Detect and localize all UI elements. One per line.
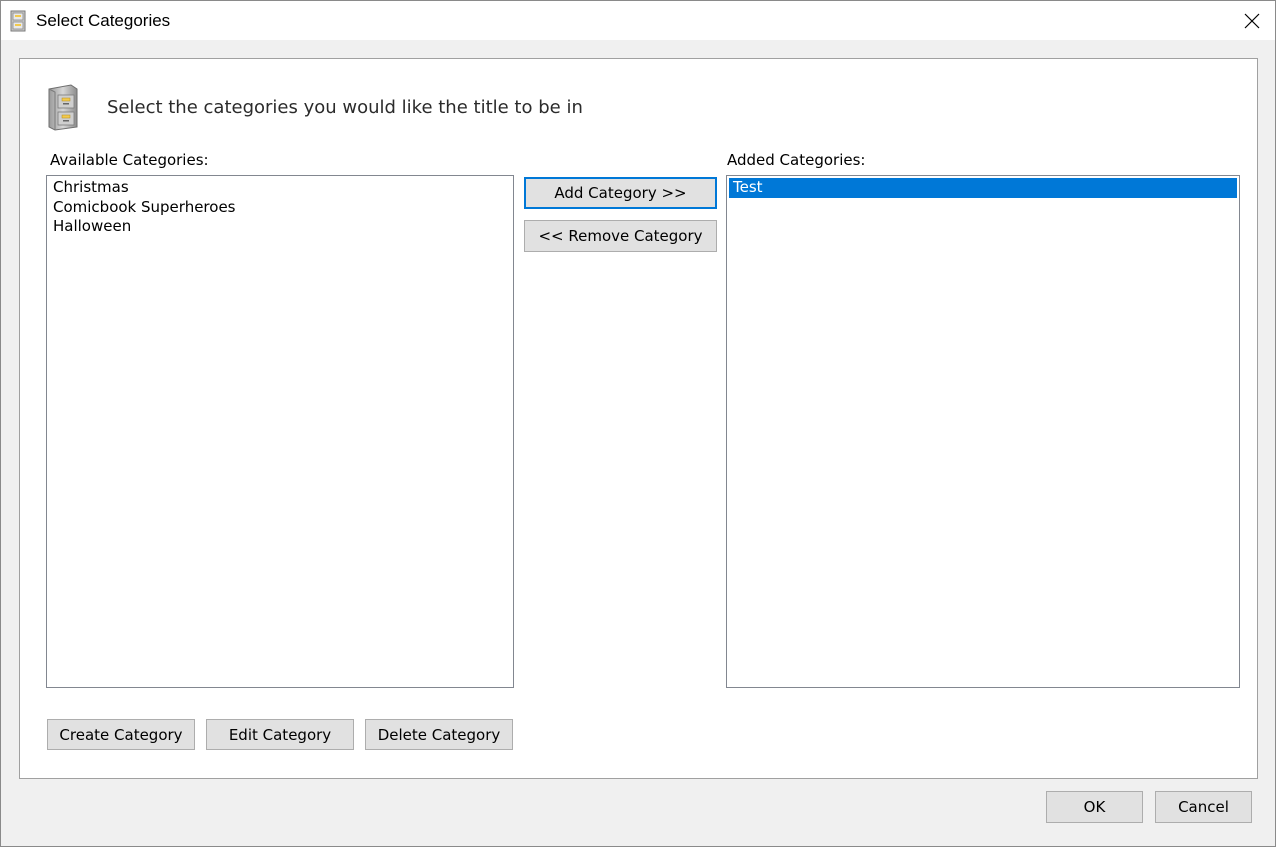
window-title: Select Categories xyxy=(36,11,171,30)
list-item[interactable]: Test xyxy=(729,178,1237,198)
content-panel: Select the categories you would like the… xyxy=(19,58,1258,779)
list-item[interactable]: Christmas xyxy=(49,178,511,198)
file-cabinet-icon xyxy=(48,84,78,131)
added-categories-list[interactable]: Test xyxy=(726,175,1240,688)
edit-category-button[interactable]: Edit Category xyxy=(206,719,354,750)
delete-category-button[interactable]: Delete Category xyxy=(365,719,513,750)
close-icon xyxy=(1244,13,1260,28)
available-categories-list[interactable]: Christmas Comicbook Superheroes Hallowee… xyxy=(46,175,514,688)
dialog-window: Select Categories Select the categories … xyxy=(0,0,1276,847)
file-cabinet-icon xyxy=(10,10,26,32)
create-category-button[interactable]: Create Category xyxy=(47,719,195,750)
list-item[interactable]: Halloween xyxy=(49,217,511,237)
list-item[interactable]: Comicbook Superheroes xyxy=(49,198,511,218)
available-categories-label: Available Categories: xyxy=(50,151,209,169)
title-bar: Select Categories xyxy=(1,1,1275,40)
cancel-button[interactable]: Cancel xyxy=(1155,791,1252,823)
remove-category-button[interactable]: << Remove Category xyxy=(524,220,717,252)
added-categories-label: Added Categories: xyxy=(727,151,866,169)
ok-button[interactable]: OK xyxy=(1046,791,1143,823)
add-category-button[interactable]: Add Category >> xyxy=(524,177,717,209)
close-button[interactable] xyxy=(1229,1,1275,40)
header-instruction: Select the categories you would like the… xyxy=(107,97,583,118)
